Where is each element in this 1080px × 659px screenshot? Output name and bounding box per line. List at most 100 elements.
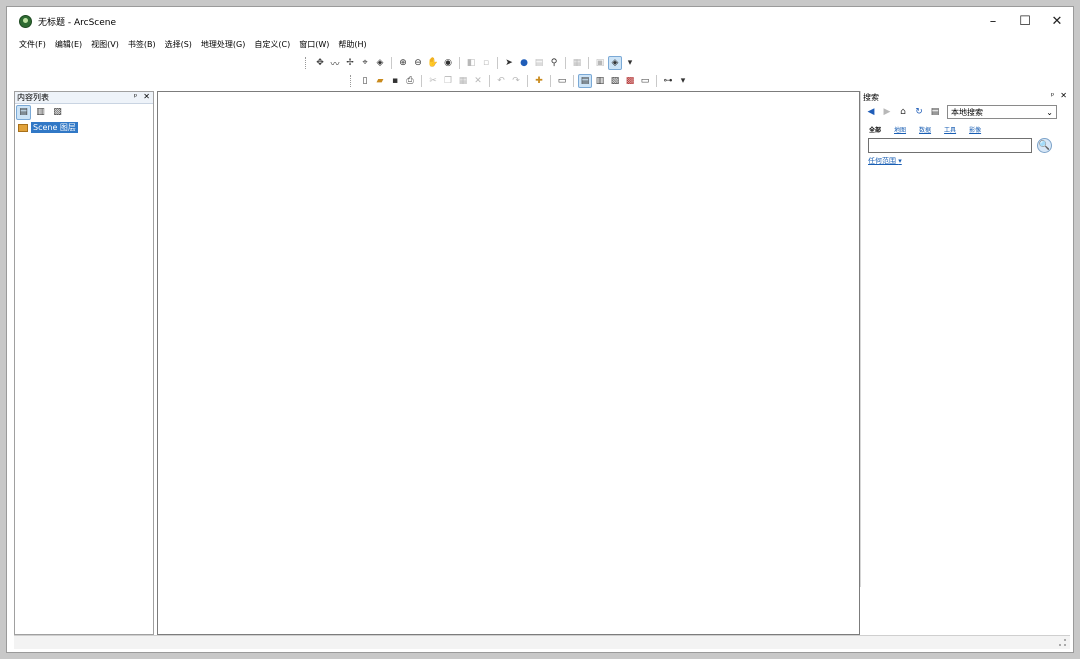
menu-view[interactable]: 视图(V) [91, 39, 119, 50]
zoom-out-icon[interactable]: ⊖ [412, 57, 424, 69]
refresh-icon[interactable]: ↻ [913, 106, 925, 118]
menu-geoprocessing[interactable]: 地理处理(G) [201, 39, 245, 50]
close-icon[interactable]: ✕ [143, 92, 150, 101]
menu-bar: 文件(F) 编辑(E) 视图(V) 书签(B) 选择(S) 地理处理(G) 自定… [7, 37, 1073, 51]
toolbar-separator [588, 57, 589, 69]
list-by-visibility-icon[interactable]: ▧ [51, 106, 64, 119]
animation-icon[interactable]: ▣ [594, 57, 606, 69]
filter-data[interactable]: 数据 [919, 125, 931, 134]
paste-icon[interactable]: ▦ [457, 75, 469, 87]
model-builder-icon[interactable]: ⊶ [662, 75, 674, 87]
close-button[interactable]: ✕ [1041, 7, 1073, 35]
toolbar-separator [527, 75, 528, 87]
toolbar-separator [459, 57, 460, 69]
extent-filter-link[interactable]: 任何范围 ▾ [868, 156, 1070, 166]
scene-properties-icon[interactable]: ◈ [609, 57, 621, 69]
select-icon[interactable]: ➤ [503, 57, 515, 69]
menu-bookmarks[interactable]: 书签(B) [128, 39, 156, 50]
identify-icon[interactable]: ● [518, 57, 530, 69]
menu-file[interactable]: 文件(F) [19, 39, 46, 50]
toc-header: 内容列表 ᵖ ✕ [15, 92, 153, 104]
tools-toolbar: ✥ 〰 ✢ ⌖ ◈ ⊕ ⊖ ✋ ◉ ◧ ▫ ➤ ● ▤ ⚲ ▦ ▣ ◈ ▾ [305, 55, 636, 71]
scene-layer-icon [18, 124, 28, 132]
cut-icon[interactable]: ✂ [427, 75, 439, 87]
set-observer-icon[interactable]: ◈ [374, 57, 386, 69]
pin-icon[interactable]: ᵖ [134, 92, 137, 101]
zoom-in-icon[interactable]: ⊕ [397, 57, 409, 69]
copy-icon[interactable]: ❐ [442, 75, 454, 87]
previous-extent-icon[interactable]: ◧ [465, 57, 477, 69]
toolbox-icon[interactable]: ▩ [624, 75, 636, 87]
menu-customize[interactable]: 自定义(C) [254, 39, 290, 50]
filter-tools[interactable]: 工具 [944, 125, 956, 134]
toolbar-grip[interactable] [350, 75, 353, 87]
menu-windows[interactable]: 窗口(W) [299, 39, 329, 50]
open-folder-icon[interactable]: ▰ [374, 75, 386, 87]
toolbar-separator [421, 75, 422, 87]
layer-properties-icon[interactable]: ▭ [556, 75, 568, 87]
delete-icon[interactable]: ✕ [472, 75, 484, 87]
filter-all[interactable]: 全部 [869, 125, 881, 134]
window-title: 无标题 - ArcScene [38, 15, 116, 28]
toolbar-grip[interactable] [305, 57, 308, 69]
filter-imagery[interactable]: 影像 [969, 125, 981, 134]
toolbar-overflow-icon[interactable]: ▾ [677, 75, 689, 87]
menu-edit[interactable]: 编辑(E) [55, 39, 82, 50]
menu-selection[interactable]: 选择(S) [165, 39, 192, 50]
resize-grip-icon[interactable] [1059, 639, 1066, 646]
arcscene-globe-icon [19, 15, 32, 28]
window-controls: – ☐ ✕ [977, 7, 1073, 35]
search-window-icon[interactable]: ▧ [609, 75, 621, 87]
search-scope-value: 本地搜索 [951, 107, 983, 118]
search-button[interactable]: 🔍 [1037, 138, 1052, 153]
menu-help[interactable]: 帮助(H) [338, 39, 366, 50]
search-input[interactable] [868, 138, 1032, 153]
maximize-button[interactable]: ☐ [1009, 7, 1041, 35]
html-popup-icon[interactable]: ▤ [533, 57, 545, 69]
undo-icon[interactable]: ↶ [495, 75, 507, 87]
fly-icon[interactable]: 〰 [329, 57, 341, 69]
toolbar-overflow-icon[interactable]: ▾ [624, 57, 636, 69]
toc-layer-item[interactable]: Scene 图层 [18, 122, 153, 133]
minimize-button[interactable]: – [977, 7, 1009, 35]
home-icon[interactable]: ⌂ [897, 106, 909, 118]
full-extent-icon[interactable]: ◉ [442, 57, 454, 69]
list-by-drawing-order-icon[interactable]: ▤ [17, 106, 30, 119]
arcscene-window: 无标题 - ArcScene – ☐ ✕ 文件(F) 编辑(E) 视图(V) 书… [6, 6, 1074, 653]
toolbar-separator [489, 75, 490, 87]
scene-viewport[interactable] [157, 91, 860, 635]
find-icon[interactable]: ⚲ [548, 57, 560, 69]
back-arrow-icon[interactable]: ◀ [865, 106, 877, 118]
list-by-source-icon[interactable]: ▥ [34, 106, 47, 119]
new-document-icon[interactable]: ▯ [359, 75, 371, 87]
redo-icon[interactable]: ↷ [510, 75, 522, 87]
status-bar [14, 635, 1070, 649]
search-row: 🔍 [868, 138, 1070, 153]
center-target-icon[interactable]: ✢ [344, 57, 356, 69]
dropdown-arrow-icon: ▾ [898, 157, 902, 165]
zoom-to-target-icon[interactable]: ⌖ [359, 57, 371, 69]
python-window-icon[interactable]: ▭ [639, 75, 651, 87]
search-scope-select[interactable]: 本地搜索 ⌄ [947, 105, 1057, 119]
add-data-icon[interactable]: ✚ [533, 75, 545, 87]
close-icon[interactable]: ✕ [1060, 91, 1067, 100]
filter-maps[interactable]: 地图 [894, 125, 906, 134]
search-options-icon[interactable]: ▤ [929, 106, 941, 118]
forward-arrow-icon[interactable]: ▶ [881, 106, 893, 118]
search-pane: 搜索 ᵖ ✕ ◀ ▶ ⌂ ↻ ▤ 本地搜索 ⌄ 全部 地图 数据 工具 影像 [860, 91, 1070, 587]
navigate-icon[interactable]: ✥ [314, 57, 326, 69]
save-icon[interactable]: ▪ [389, 75, 401, 87]
pin-icon[interactable]: ᵖ [1051, 91, 1054, 100]
table-of-contents-icon[interactable]: ▤ [579, 75, 591, 87]
toolbar-separator [656, 75, 657, 87]
toolbar-separator [550, 75, 551, 87]
next-extent-icon[interactable]: ▫ [480, 57, 492, 69]
scene-layer-label[interactable]: Scene 图层 [31, 122, 78, 133]
measure-icon[interactable]: ▦ [571, 57, 583, 69]
toolbar-separator [497, 57, 498, 69]
title-bar: 无标题 - ArcScene – ☐ ✕ [7, 7, 1073, 35]
catalog-icon[interactable]: ▥ [594, 75, 606, 87]
print-icon[interactable]: ⎙ [404, 75, 416, 87]
pan-icon[interactable]: ✋ [427, 57, 439, 69]
toolbar-separator [573, 75, 574, 87]
